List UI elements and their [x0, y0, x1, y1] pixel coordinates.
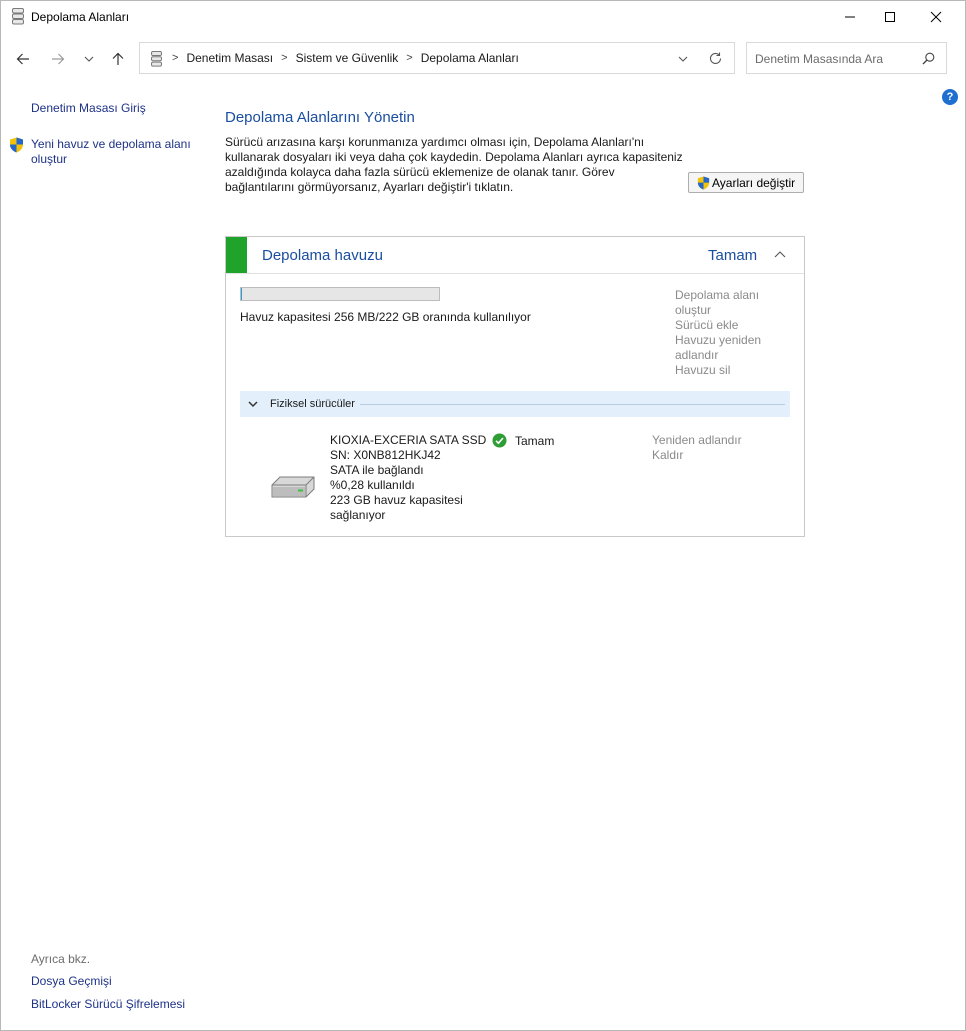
search-icon[interactable] — [922, 52, 935, 65]
close-button[interactable] — [913, 1, 959, 33]
pool-status-bar — [226, 237, 247, 273]
back-button[interactable] — [11, 47, 35, 71]
breadcrumb-separator[interactable]: > — [172, 52, 178, 64]
arrow-right-icon — [52, 53, 65, 65]
close-icon — [930, 11, 942, 23]
breadcrumb-separator[interactable]: > — [406, 52, 412, 64]
rename-pool-link-line2: adlandır — [675, 348, 719, 362]
change-settings-button[interactable]: Ayarları değiştir — [688, 172, 804, 193]
physical-drives-title: Fiziksel sürücüler — [270, 398, 355, 410]
arrow-up-icon — [112, 52, 124, 65]
storage-spaces-icon — [12, 8, 24, 25]
breadcrumb-control-panel[interactable]: Denetim Masası — [186, 51, 273, 65]
pool-usage-bar — [240, 287, 440, 301]
storage-pool-header[interactable]: Depolama havuzu Tamam — [226, 237, 804, 274]
drive-usage: %0,28 kullanıldı — [330, 478, 415, 492]
create-space-link[interactable]: Depolama alanı oluştur — [675, 288, 775, 318]
description-line: bağlantılarını görmüyorsanız, Ayarları d… — [225, 180, 514, 194]
window-title: Depolama Alanları — [31, 10, 130, 24]
see-also-label: Ayrıca bkz. — [31, 952, 91, 966]
add-drive-link[interactable]: Sürücü ekle — [675, 318, 775, 333]
rename-drive-link[interactable]: Yeniden adlandır — [652, 433, 742, 448]
drive-capacity-cont: sağlanıyor — [330, 508, 386, 522]
arrow-left-icon — [16, 53, 29, 65]
file-history-link[interactable]: Dosya Geçmişi — [31, 974, 112, 989]
description-line: Sürücü arızasına karşı korunmanıza yardı… — [225, 135, 645, 149]
checkmark-icon — [492, 433, 507, 448]
drive-info: KIOXIA-EXCERIA SATA SSD SN: X0NB812HKJ42… — [330, 433, 486, 523]
physical-drives-header[interactable]: Fiziksel sürücüler — [240, 391, 790, 417]
remove-drive-link[interactable]: Kaldır — [652, 448, 742, 463]
pool-actions: Depolama alanı oluştur Sürücü ekle Havuz… — [675, 288, 775, 378]
drive-status: Tamam — [515, 434, 555, 448]
drive-name: KIOXIA-EXCERIA SATA SSD — [330, 433, 487, 447]
create-pool-link-line1: Yeni havuz ve depolama alanı — [31, 137, 191, 151]
up-button[interactable] — [106, 47, 130, 71]
chevron-down-icon — [84, 56, 94, 62]
recent-locations-button[interactable] — [77, 47, 101, 71]
create-pool-link[interactable]: Yeni havuz ve depolama alanı oluştur — [31, 137, 191, 167]
create-space-link-line2: oluştur — [675, 303, 712, 317]
create-space-link-line1: Depolama alanı — [675, 288, 760, 302]
change-settings-label: Ayarları değiştir — [712, 175, 796, 190]
control-panel-home-link[interactable]: Denetim Masası Giriş — [31, 101, 146, 116]
uac-shield-icon — [10, 137, 23, 153]
breadcrumb-system-security[interactable]: Sistem ve Güvenlik — [296, 51, 399, 65]
address-bar[interactable]: > Denetim Masası > Sistem ve Güvenlik > … — [139, 42, 735, 74]
maximize-button[interactable] — [867, 1, 913, 33]
drive-capacity: 223 GB havuz kapasitesi — [330, 493, 463, 507]
create-pool-link-line2: oluştur — [31, 152, 68, 166]
drive-serial: SN: X0NB812HKJ42 — [330, 448, 441, 462]
rename-pool-link-line1: Havuzu yeniden — [675, 333, 762, 347]
forward-button[interactable] — [46, 47, 70, 71]
storage-pool-title: Depolama havuzu — [262, 247, 383, 264]
drive-connection: SATA ile bağlandı — [330, 463, 424, 477]
search-placeholder: Denetim Masasında Ara — [755, 52, 884, 66]
pool-usage-text: Havuz kapasitesi 256 MB/222 GB oranında … — [240, 310, 531, 324]
drive-actions: Yeniden adlandır Kaldır — [652, 433, 742, 463]
address-dropdown-icon[interactable] — [676, 52, 690, 66]
uac-shield-icon — [697, 176, 710, 189]
breadcrumb-separator[interactable]: > — [281, 52, 287, 64]
bitlocker-link[interactable]: BitLocker Sürücü Şifrelemesi — [31, 997, 185, 1012]
title-bar[interactable]: Depolama Alanları — [1, 1, 965, 33]
description-line: kullanarak dosyaları iki veya daha çok k… — [225, 150, 683, 164]
breadcrumb-storage-spaces[interactable]: Depolama Alanları — [421, 51, 519, 65]
storage-spaces-icon — [151, 51, 162, 67]
divider — [360, 404, 785, 405]
storage-pool-panel: Depolama havuzu Tamam Havuz kapasitesi 2… — [225, 236, 805, 537]
control-panel-window: Depolama Alanları > Denetim Masası > Sis… — [0, 0, 966, 1031]
rename-pool-link[interactable]: Havuzu yeniden adlandır — [675, 333, 775, 363]
page-title: Depolama Alanlarını Yönetin — [225, 109, 415, 126]
page-description: Sürücü arızasına karşı korunmanıza yardı… — [225, 135, 685, 195]
storage-pool-status: Tamam — [708, 247, 758, 264]
delete-pool-link[interactable]: Havuzu sil — [675, 363, 775, 378]
ssd-drive-icon — [271, 476, 315, 498]
minimize-icon — [845, 16, 855, 18]
chevron-down-icon — [248, 401, 258, 408]
chevron-up-icon[interactable] — [774, 249, 786, 261]
breadcrumb: > Denetim Masası > Sistem ve Güvenlik > … — [172, 43, 519, 73]
maximize-icon — [885, 12, 895, 22]
refresh-icon[interactable] — [708, 51, 723, 66]
search-input[interactable]: Denetim Masasında Ara — [746, 42, 947, 74]
description-line: azaldığında kolayca daha fazla sürücü ek… — [225, 165, 615, 179]
help-icon[interactable]: ? — [942, 89, 958, 105]
